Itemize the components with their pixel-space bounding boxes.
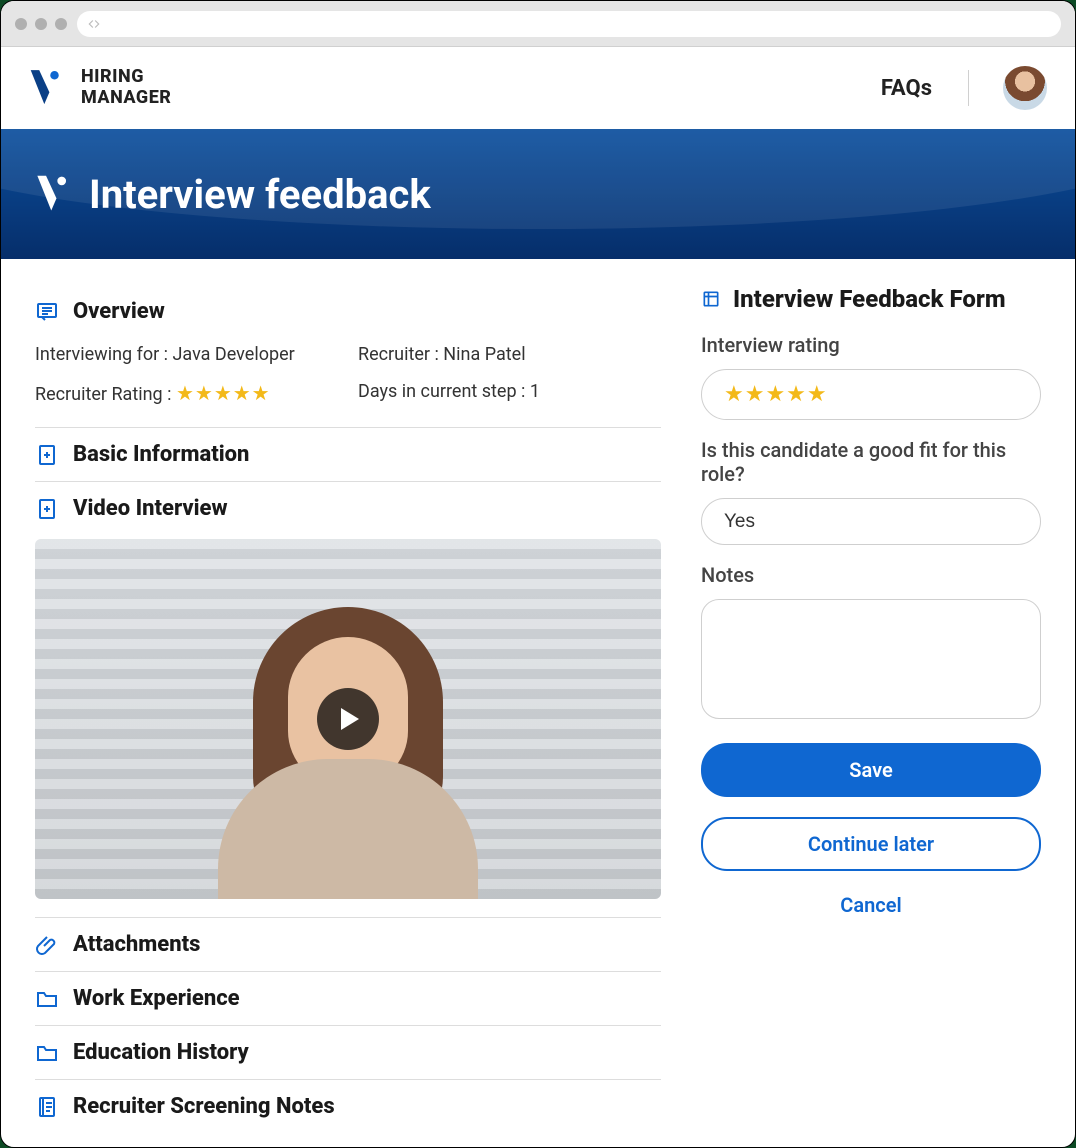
notes-label: Notes [701,563,1041,587]
section-attachments[interactable]: Attachments [35,917,661,971]
overview-interviewing-for: Interviewing for : Java Developer [35,344,338,365]
rating-input[interactable]: ★★★★★ [701,369,1041,420]
window-dot[interactable] [55,18,67,30]
brand-line: MANAGER [81,88,171,109]
section-title: Video Interview [73,496,228,521]
field-label: Interviewing for : [35,344,168,365]
hero-logo-icon [35,174,71,214]
faqs-link[interactable]: FAQs [881,76,932,101]
window-dot[interactable] [35,18,47,30]
window-controls [15,18,67,30]
left-column: Overview Interviewing for : Java Develop… [35,285,661,1133]
brand-name: HIRING MANAGER [81,67,171,108]
play-button[interactable] [317,688,379,750]
section-video-interview[interactable]: Video Interview [35,481,661,535]
page-title: Interview feedback [89,171,431,218]
field-value: 1 [530,381,540,402]
star-rating: ★★★★★ [724,382,828,407]
brand-logo-icon [29,68,63,108]
folder-icon [35,1041,59,1065]
folder-icon [35,987,59,1011]
section-title: Work Experience [73,986,240,1011]
overview-icon [35,300,59,324]
window-dot[interactable] [15,18,27,30]
fit-label: Is this candidate a good fit for this ro… [701,438,1041,486]
section-title: Basic Information [73,442,249,467]
form-title: Interview Feedback Form [733,285,1006,313]
notes-icon [35,1095,59,1119]
divider [968,70,969,106]
section-recruiter-notes[interactable]: Recruiter Screening Notes [35,1079,661,1133]
field-value: Java Developer [173,344,295,365]
video-thumbnail [35,539,661,899]
feedback-form: Interview Feedback Form Interview rating… [701,285,1041,1133]
section-overview: Overview [35,285,661,338]
fit-select[interactable]: Yes [701,498,1041,545]
attachment-icon [35,933,59,957]
continue-later-button[interactable]: Continue later [701,817,1041,871]
section-education-history[interactable]: Education History [35,1025,661,1079]
document-plus-icon [35,443,59,467]
overview-grid: Interviewing for : Java Developer Recrui… [35,338,661,427]
nav-arrows-icon [87,17,101,31]
app-window: HIRING MANAGER FAQs Interview feedback O… [0,0,1076,1148]
brand-line: HIRING [81,67,171,88]
save-button[interactable]: Save [701,743,1041,797]
field-label: Recruiter : [358,344,439,365]
form-icon [701,289,721,309]
document-plus-icon [35,497,59,521]
section-title: Recruiter Screening Notes [73,1094,335,1119]
section-title: Overview [73,299,165,324]
section-title: Education History [73,1040,249,1065]
field-label: Days in current step : [358,381,525,402]
section-work-experience[interactable]: Work Experience [35,971,661,1025]
browser-chrome [1,1,1075,47]
overview-recruiter: Recruiter : Nina Patel [358,344,661,365]
top-bar: HIRING MANAGER FAQs [1,47,1075,129]
rating-label: Interview rating [701,333,1041,357]
notes-input[interactable] [701,599,1041,719]
overview-recruiter-rating: Recruiter Rating : ★★★★★ [35,381,338,405]
field-label: Recruiter Rating : [35,384,171,405]
form-heading: Interview Feedback Form [701,285,1041,313]
overview-days-in-step: Days in current step : 1 [358,381,661,405]
cancel-link[interactable]: Cancel [701,893,1041,917]
avatar[interactable] [1003,66,1047,110]
star-rating: ★★★★★ [176,381,271,405]
section-title: Attachments [73,932,200,957]
field-value: Nina Patel [443,344,525,365]
address-bar[interactable] [77,11,1061,37]
page-hero: Interview feedback [1,129,1075,259]
content-area: Overview Interviewing for : Java Develop… [1,259,1075,1133]
section-basic-info[interactable]: Basic Information [35,427,661,481]
